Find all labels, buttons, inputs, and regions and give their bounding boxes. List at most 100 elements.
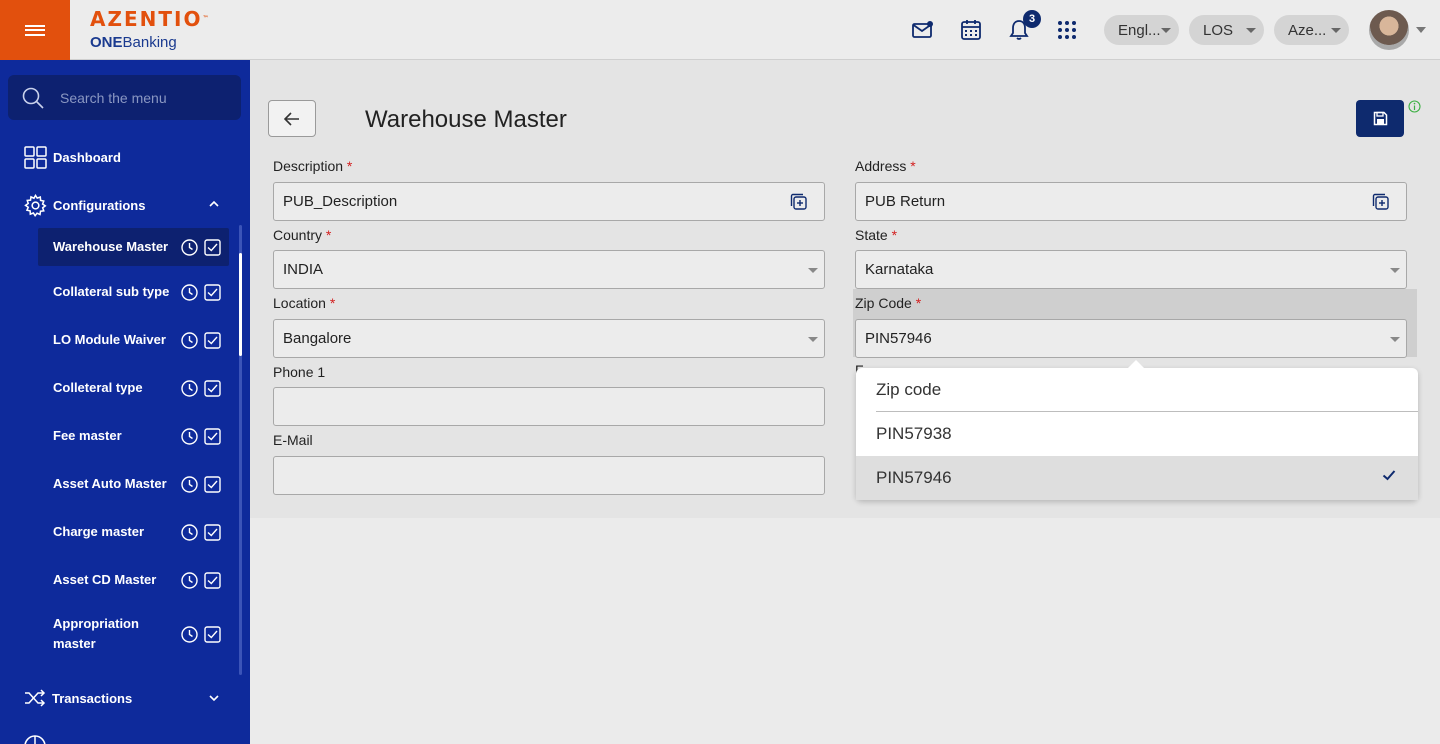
history-icon[interactable] <box>181 283 198 301</box>
sidebar-item-label: Asset CD Master <box>53 572 157 587</box>
checkbox-icon[interactable] <box>204 238 221 256</box>
info-icon[interactable] <box>1408 100 1421 113</box>
checkbox-icon[interactable] <box>204 571 221 589</box>
zip-code-value: PIN57946 <box>865 330 932 347</box>
dropdown-pointer <box>1128 360 1144 368</box>
history-icon[interactable] <box>181 571 198 589</box>
dropdown-header: Zip code <box>856 368 1418 412</box>
phone1-input[interactable] <box>273 387 825 426</box>
zip-option[interactable]: PIN57938 <box>856 412 1418 456</box>
dashboard-icon <box>24 146 47 169</box>
state-label: State * <box>855 227 897 243</box>
pie-chart-icon <box>24 735 46 744</box>
user-avatar[interactable] <box>1369 10 1409 50</box>
chevron-down-icon <box>1331 28 1341 33</box>
mail-icon[interactable] <box>911 18 935 42</box>
location-select[interactable]: Bangalore <box>273 319 825 358</box>
chevron-down-icon[interactable] <box>209 695 219 702</box>
menu-icon[interactable] <box>0 0 70 60</box>
checkbox-icon[interactable] <box>204 625 221 643</box>
history-icon[interactable] <box>181 523 198 541</box>
chevron-up-icon[interactable] <box>209 200 219 207</box>
check-icon <box>1382 470 1396 481</box>
required-mark: * <box>325 227 332 243</box>
menu-search[interactable]: Search the menu <box>8 75 241 120</box>
checkbox-icon[interactable] <box>204 379 221 397</box>
azentio-logo[interactable]: AZENTIO™ ONEBanking <box>90 8 208 52</box>
description-label: Description * <box>273 158 352 174</box>
zip-code-label: Zip Code * <box>855 295 921 311</box>
sidebar-item-label: Fee master <box>53 428 122 443</box>
sidebar-item-label: Appropriation master <box>53 616 139 651</box>
sidebar-item-asset-cd-master[interactable]: Asset CD Master <box>38 570 229 590</box>
language-value: Engl... <box>1118 21 1161 39</box>
location-label: Location * <box>273 295 335 311</box>
zip-option-selected[interactable]: PIN57946 <box>856 456 1418 500</box>
sidebar-item-label: Asset Auto Master <box>53 476 167 491</box>
state-label-text: State <box>855 227 888 243</box>
add-copy-icon[interactable] <box>790 193 807 210</box>
checkbox-icon[interactable] <box>204 331 221 349</box>
chevron-down-icon <box>808 337 818 342</box>
sidebar-item-asset-auto-master[interactable]: Asset Auto Master <box>38 474 229 494</box>
location-value: Bangalore <box>283 330 352 347</box>
module-select[interactable]: LOS <box>1189 15 1264 45</box>
checkbox-icon[interactable] <box>204 283 221 301</box>
brand-sub-bold: ONE <box>90 34 123 51</box>
apps-grid-icon[interactable] <box>1055 18 1079 42</box>
sidebar-item-label: Charge master <box>53 524 145 539</box>
add-copy-icon[interactable] <box>1372 193 1389 210</box>
address-field[interactable]: PUB Return <box>855 182 1407 221</box>
sidebar-scrollbar[interactable] <box>239 253 242 356</box>
notification-badge: 3 <box>1023 10 1041 28</box>
entity-value: Aze... <box>1288 21 1327 39</box>
brand-name: AZENTIO <box>90 7 203 31</box>
zip-code-select[interactable]: PIN57946 <box>855 319 1407 358</box>
nav-configurations[interactable]: Configurations <box>24 194 224 217</box>
sidebar-item-warehouse-master[interactable]: Warehouse Master <box>38 228 229 266</box>
checkbox-icon[interactable] <box>204 475 221 493</box>
chevron-down-icon <box>1246 28 1256 33</box>
chevron-down-icon <box>1390 268 1400 273</box>
description-field[interactable]: PUB_Description <box>273 182 825 221</box>
sidebar-item-charge-master[interactable]: Charge master <box>38 522 229 542</box>
location-label-text: Location <box>273 295 326 311</box>
sidebar-item-label: Colleteral type <box>53 380 143 395</box>
page-title: Warehouse Master <box>365 106 567 133</box>
sidebar-item-collateral-sub-type[interactable]: Collateral sub type <box>38 282 229 302</box>
chevron-down-icon <box>808 268 818 273</box>
zip-code-label-text: Zip Code <box>855 295 912 311</box>
save-button[interactable] <box>1356 100 1404 137</box>
nav-configurations-label: Configurations <box>53 198 146 213</box>
search-placeholder: Search the menu <box>60 89 167 106</box>
checkbox-icon[interactable] <box>204 523 221 541</box>
address-label: Address * <box>855 158 916 174</box>
sidebar-item-fee-master[interactable]: Fee master <box>38 426 229 446</box>
zip-option-label: PIN57938 <box>876 424 952 443</box>
entity-select[interactable]: Aze... <box>1274 15 1349 45</box>
history-icon[interactable] <box>181 625 198 643</box>
bell-icon[interactable]: 3 <box>1007 10 1041 42</box>
history-icon[interactable] <box>181 427 198 445</box>
user-menu-chevron-icon[interactable] <box>1416 27 1426 33</box>
nav-reports-partial[interactable] <box>24 735 46 744</box>
back-button[interactable] <box>268 100 316 137</box>
calendar-icon[interactable] <box>959 18 983 42</box>
nav-transactions-label: Transactions <box>52 690 133 706</box>
history-icon[interactable] <box>181 475 198 493</box>
history-icon[interactable] <box>181 238 198 256</box>
state-select[interactable]: Karnataka <box>855 250 1407 289</box>
sidebar-item-appropriation-master[interactable]: Appropriation master <box>38 614 229 654</box>
email-input[interactable] <box>273 456 825 495</box>
nav-dashboard[interactable]: Dashboard <box>24 146 121 169</box>
country-select[interactable]: INDIA <box>273 250 825 289</box>
nav-transactions[interactable]: Transactions <box>24 689 224 707</box>
sidebar-item-lo-module-waiver[interactable]: LO Module Waiver <box>38 330 229 350</box>
sidebar-item-colleteral-type[interactable]: Colleteral type <box>38 378 229 398</box>
language-select[interactable]: Engl... <box>1104 15 1179 45</box>
history-icon[interactable] <box>181 379 198 397</box>
sidebar: Search the menu Dashboard Configurations… <box>0 60 250 744</box>
checkbox-icon[interactable] <box>204 427 221 445</box>
history-icon[interactable] <box>181 331 198 349</box>
required-mark: * <box>891 227 898 243</box>
